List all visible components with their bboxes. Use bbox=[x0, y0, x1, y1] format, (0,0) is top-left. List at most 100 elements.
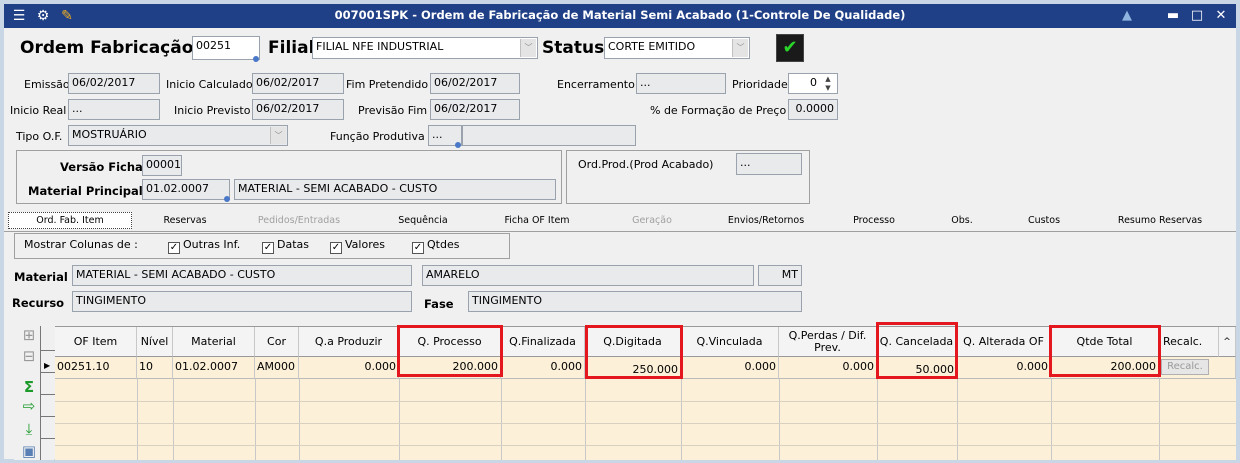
lookup-icon[interactable] bbox=[253, 56, 259, 62]
fase-label: Fase bbox=[424, 297, 454, 311]
col-header-q-finalizada[interactable]: Q.Finalizada bbox=[501, 327, 585, 357]
scroll-up-icon[interactable]: ^ bbox=[1219, 327, 1236, 357]
lookup-icon[interactable] bbox=[224, 196, 230, 202]
table-cell-cor[interactable]: AM000 bbox=[255, 357, 299, 379]
tipo-of-value: MOSTRUÁRIO bbox=[72, 128, 147, 141]
minimize-button[interactable]: ▬ bbox=[1162, 7, 1184, 25]
versao-field[interactable]: 00001 bbox=[142, 155, 182, 176]
chevron-down-icon[interactable]: ﹀ bbox=[520, 39, 536, 57]
tab-resumo-reservas[interactable]: Resumo Reservas bbox=[1088, 212, 1232, 230]
window-title: 007001SPK - Ordem de Fabricação de Mater… bbox=[334, 8, 906, 22]
recalc-button[interactable]: Recalc. bbox=[1161, 359, 1209, 375]
table-cell-of-item[interactable]: 00251.10 bbox=[55, 357, 137, 379]
col-header-cor[interactable]: Cor bbox=[255, 327, 299, 357]
checkbox-checked-icon: ✓ bbox=[168, 242, 180, 254]
versao-label: Versão Ficha bbox=[60, 160, 143, 174]
sum-icon[interactable]: Σ bbox=[19, 378, 39, 396]
material-field: MATERIAL - SEMI ACABADO - CUSTO bbox=[72, 265, 412, 286]
tab-pedidos-entradas[interactable]: Pedidos/Entradas bbox=[234, 212, 364, 230]
col-header-q-alterada[interactable]: Q. Alterada OF bbox=[957, 327, 1051, 357]
tab-custos[interactable]: Custos bbox=[1004, 212, 1084, 230]
ordem-field[interactable]: 00251 bbox=[192, 36, 260, 60]
material-princ-label: Material Principal bbox=[28, 184, 143, 198]
maximize-button[interactable]: □ bbox=[1186, 7, 1208, 25]
prev-fim-field[interactable]: 06/02/2017 bbox=[430, 99, 520, 120]
highlight-q-digitada bbox=[585, 325, 683, 379]
row-indicator-column bbox=[40, 350, 55, 460]
unidade-field: MT bbox=[758, 265, 802, 286]
tab-ord-fab-item[interactable]: Ord. Fab. Item bbox=[8, 212, 132, 229]
inicio-prev-field[interactable]: 06/02/2017 bbox=[252, 99, 344, 120]
formacao-label: % de Formação de Preço bbox=[650, 104, 787, 117]
table-cell-q-produzir[interactable]: 0.000 bbox=[299, 357, 399, 379]
tab-geracao[interactable]: Geração bbox=[598, 212, 706, 230]
valores-checkbox[interactable]: ✓ Valores bbox=[330, 238, 385, 254]
table-cell-q-perdas[interactable]: 0.000 bbox=[779, 357, 877, 379]
highlight-q-processo bbox=[397, 325, 503, 377]
title-bar[interactable]: ☰ ⚙ ✎ 007001SPK - Ordem de Fabricação de… bbox=[4, 4, 1236, 28]
ord-prod-field[interactable]: ... bbox=[736, 153, 802, 175]
spinner-arrows-icon[interactable]: ▲ ▼ bbox=[821, 75, 835, 93]
export-icon[interactable]: ⇨ bbox=[19, 397, 39, 415]
inicio-calc-label: Inicio Calculado bbox=[166, 78, 253, 91]
emissao-field[interactable]: 06/02/2017 bbox=[68, 73, 160, 94]
col-header-recalc[interactable]: Recalc. bbox=[1159, 327, 1219, 357]
table-cell-q-vinculada[interactable]: 0.000 bbox=[681, 357, 779, 379]
table-cell-material[interactable]: 01.02.0007 bbox=[173, 357, 255, 379]
ordem-label: Ordem Fabricação bbox=[20, 38, 194, 58]
tipo-of-combo[interactable]: MOSTRUÁRIO ﹀ bbox=[68, 125, 288, 146]
col-header-q-produzir[interactable]: Q.a Produzir bbox=[299, 327, 399, 357]
download-icon[interactable]: ⤓ bbox=[19, 420, 39, 438]
col-header-q-vinculada[interactable]: Q.Vinculada bbox=[681, 327, 779, 357]
recurso-field: TINGIMENTO bbox=[72, 291, 412, 312]
highlight-qtde-total bbox=[1049, 325, 1161, 377]
fim-pret-field[interactable]: 06/02/2017 bbox=[430, 73, 520, 94]
chevron-down-icon[interactable]: ﹀ bbox=[732, 39, 748, 57]
tab-ficha-of-item[interactable]: Ficha OF Item bbox=[480, 212, 594, 230]
checkbox-checked-icon: ✓ bbox=[262, 242, 274, 254]
encerramento-label: Encerramento bbox=[557, 78, 635, 91]
tab-sequencia[interactable]: Sequência bbox=[368, 212, 478, 230]
funcao-desc-field bbox=[462, 125, 636, 146]
col-header-q-perdas[interactable]: Q.Perdas / Dif. Prev. bbox=[779, 327, 877, 357]
col-header-nivel[interactable]: Nível bbox=[137, 327, 173, 357]
table-cell-nivel[interactable]: 10 bbox=[137, 357, 173, 379]
outras-checkbox[interactable]: ✓ Outras Inf. bbox=[168, 238, 240, 254]
filial-combo[interactable]: FILIAL NFE INDUSTRIAL ﹀ bbox=[312, 37, 538, 59]
datas-checkbox[interactable]: ✓ Datas bbox=[262, 238, 309, 254]
status-combo[interactable]: CORTE EMITIDO ﹀ bbox=[604, 37, 750, 59]
encerramento-field[interactable]: ... bbox=[636, 73, 726, 94]
chevron-down-icon[interactable]: ﹀ bbox=[270, 127, 286, 144]
table-cell-q-finalizada[interactable]: 0.000 bbox=[501, 357, 585, 379]
prioridade-spinner[interactable]: 0 ▲ ▼ bbox=[788, 73, 838, 94]
tab-processo[interactable]: Processo bbox=[828, 212, 920, 230]
inicio-calc-field[interactable]: 06/02/2017 bbox=[252, 73, 344, 94]
formacao-field[interactable]: 0.0000 bbox=[788, 99, 838, 120]
image-icon[interactable]: ▣ bbox=[19, 442, 39, 460]
prioridade-value: 0 bbox=[810, 76, 817, 89]
tab-envios-retornos[interactable]: Envios/Retornos bbox=[708, 212, 824, 230]
confirm-check-button[interactable]: ✔ bbox=[776, 34, 804, 62]
filial-value: FILIAL NFE INDUSTRIAL bbox=[316, 40, 444, 53]
delete-row-icon[interactable]: ⊟ bbox=[19, 347, 39, 365]
inicio-real-label: Inicio Real bbox=[10, 104, 67, 117]
table-cell-recalc: Recalc. bbox=[1159, 357, 1236, 379]
insert-row-icon[interactable]: ⊞ bbox=[19, 326, 39, 344]
highlight-q-cancelada bbox=[876, 322, 958, 379]
funcao-label: Função Produtiva bbox=[330, 130, 425, 143]
col-header-of-item[interactable]: OF Item bbox=[55, 327, 137, 357]
material-princ-code[interactable]: 01.02.0007 bbox=[142, 179, 230, 200]
tipo-of-label: Tipo O.F. bbox=[16, 130, 63, 143]
close-button[interactable]: ✕ bbox=[1210, 7, 1232, 25]
inicio-real-field[interactable]: ... bbox=[68, 99, 160, 120]
status-label: Status bbox=[542, 38, 605, 58]
inicio-prev-label: Inicio Previsto bbox=[174, 104, 251, 117]
col-header-material[interactable]: Material bbox=[173, 327, 255, 357]
table-cell-q-alterada[interactable]: 0.000 bbox=[957, 357, 1051, 379]
fim-pret-label: Fim Pretendido bbox=[346, 78, 429, 91]
lookup-icon[interactable] bbox=[455, 142, 461, 148]
tab-obs[interactable]: Obs. bbox=[924, 212, 1000, 230]
qtdes-checkbox[interactable]: ✓ Qtdes bbox=[412, 238, 459, 254]
tab-reservas[interactable]: Reservas bbox=[140, 212, 230, 230]
image-icon[interactable]: ▲ bbox=[1116, 7, 1138, 25]
